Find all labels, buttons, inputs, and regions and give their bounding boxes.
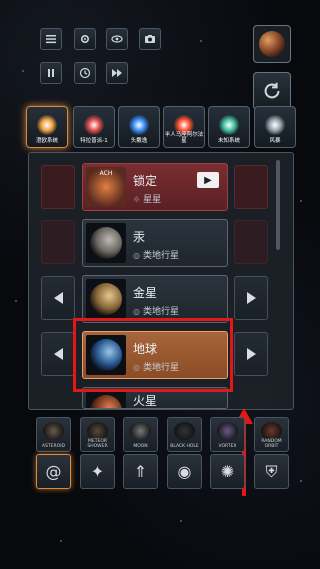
spiral-galaxy-icon: @ — [45, 462, 62, 481]
tool-button-ufo[interactable]: ◉ — [167, 454, 202, 489]
planet-thumbnail-icon — [259, 31, 285, 57]
side-slot-right-empty — [234, 220, 268, 264]
star-type-icon: ☼ — [133, 195, 141, 204]
venus-prev-button[interactable] — [41, 276, 75, 320]
category-tab-0[interactable]: 澄欧系统 — [26, 106, 68, 148]
right-arrow-icon — [246, 348, 256, 360]
random-orbit-icon — [261, 422, 282, 440]
selection-highlight-box — [73, 318, 233, 392]
tool-black-hole[interactable]: BLACK HOLE — [167, 417, 202, 452]
venus-next-button[interactable] — [234, 276, 268, 320]
category-label: 未知系统 — [217, 137, 240, 144]
play-icon: ▶ — [204, 174, 212, 186]
category-tab-3[interactable]: 半人马座阿尔法星 — [163, 106, 205, 148]
menu-button[interactable] — [40, 28, 62, 50]
refresh-button[interactable] — [253, 72, 291, 110]
menu-icon — [46, 35, 56, 44]
tool-button-shield[interactable]: ⛨ — [254, 454, 289, 489]
tool-label: MOON — [133, 444, 148, 449]
blue-star-icon — [129, 115, 149, 135]
side-slot-left-empty — [41, 220, 75, 264]
left-arrow-icon — [53, 292, 63, 304]
earth-prev-button[interactable] — [41, 332, 75, 376]
category-tab-1[interactable]: 特拉普派-1 — [73, 106, 115, 148]
shield-icon: ⛨ — [265, 461, 278, 481]
tool-label: METEOR SHOWER — [87, 439, 108, 449]
camera-icon — [145, 35, 155, 43]
moon-icon — [130, 422, 151, 440]
venus-card[interactable]: 金星 ◎ 类地行星 — [82, 275, 228, 323]
side-slot-left-locked — [41, 165, 75, 209]
pause-button[interactable] — [40, 62, 62, 84]
rocket-launch-icon: ⇑ — [133, 462, 148, 481]
tool-vortex[interactable]: VORTEX — [210, 417, 245, 452]
current-object-thumbnail[interactable] — [253, 25, 291, 63]
teal-nebula-icon — [219, 115, 239, 135]
black-hole-icon — [174, 422, 195, 440]
refresh-icon — [264, 82, 280, 99]
left-arrow-icon — [53, 348, 63, 360]
tool-moon[interactable]: MOON — [123, 417, 158, 452]
list-scrollbar[interactable] — [276, 160, 280, 250]
planet-type-icon: ◎ — [133, 307, 140, 316]
fast-forward-icon — [112, 69, 122, 77]
tool-button-comet[interactable]: ✦ — [80, 454, 115, 489]
tool-random-orbit[interactable]: RANDOM ORBIT — [254, 417, 289, 452]
card-type: 类地行星 — [142, 251, 179, 261]
settings-button[interactable] — [74, 28, 96, 50]
camera-button[interactable] — [139, 28, 161, 50]
category-label: 特拉普派-1 — [80, 137, 108, 144]
tool-label: VORTEX — [218, 444, 237, 449]
pause-icon — [48, 69, 54, 77]
card-type: 类地行星 — [142, 307, 179, 317]
side-slot-right-locked — [234, 165, 268, 209]
storm-icon — [265, 115, 285, 135]
ach-badge-text: ACH — [99, 170, 113, 177]
asteroid-icon — [43, 422, 64, 440]
card-name: 汞 — [133, 230, 146, 244]
tool-button-alien[interactable]: ✺ — [210, 454, 245, 489]
category-tab-4[interactable]: 未知系统 — [208, 106, 250, 148]
alien-icon: ✺ — [220, 462, 235, 481]
play-video-button[interactable]: ▶ — [197, 172, 219, 188]
card-type: 星星 — [143, 195, 162, 205]
eye-icon — [111, 35, 123, 43]
tool-asteroid[interactable]: ASTEROID — [36, 417, 71, 452]
tool-button-rocket-launch[interactable]: ⇑ — [123, 454, 158, 489]
tool-label: ASTEROID — [42, 444, 65, 449]
mercury-card[interactable]: 汞 ◎ 类地行星 — [82, 219, 228, 267]
planet-type-icon: ◎ — [133, 251, 140, 260]
ufo-icon: ◉ — [177, 462, 192, 481]
mars-image-icon — [86, 391, 126, 408]
locked-star-card[interactable]: ACH 锁定 ☼ 星星 ▶ — [82, 163, 228, 211]
meteor-shower-icon — [87, 422, 108, 440]
view-button[interactable] — [106, 28, 128, 50]
red-star-icon — [84, 115, 104, 135]
clock-icon — [79, 67, 91, 79]
time-button[interactable] — [74, 62, 96, 84]
venus-image-icon — [86, 279, 126, 319]
comet-icon: ✦ — [90, 462, 105, 481]
right-arrow-icon — [246, 292, 256, 304]
category-label: 风暴 — [269, 137, 281, 144]
fast-forward-button[interactable] — [106, 62, 128, 84]
tool-meteor-shower[interactable]: METEOR SHOWER — [80, 417, 115, 452]
card-name: 锁定 — [133, 174, 158, 188]
mercury-image-icon — [86, 223, 126, 263]
category-label: 澄欧系统 — [35, 137, 58, 144]
achievement-badge-icon: ACH — [86, 167, 126, 207]
category-label: 半人马座阿尔法星 — [164, 132, 204, 144]
tool-button-spiral-galaxy[interactable]: @ — [36, 454, 71, 489]
orange-star-icon — [37, 115, 57, 135]
settings-icon — [80, 34, 90, 44]
tool-label: BLACK HOLE — [170, 444, 199, 449]
vortex-icon — [217, 422, 238, 440]
category-label: 头戴逸 — [130, 137, 148, 144]
earth-next-button[interactable] — [234, 332, 268, 376]
category-tab-2[interactable]: 头戴逸 — [118, 106, 160, 148]
category-tab-5[interactable]: 风暴 — [254, 106, 296, 148]
tool-label: RANDOM ORBIT — [261, 439, 282, 449]
card-name: 金星 — [133, 286, 158, 300]
card-name: 火星 — [133, 394, 158, 408]
